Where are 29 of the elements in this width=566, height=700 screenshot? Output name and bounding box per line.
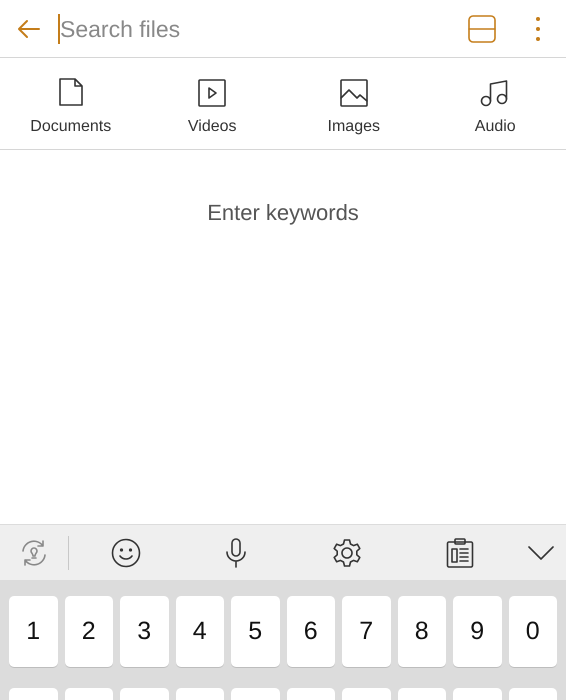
more-options-icon (535, 16, 541, 42)
category-button[interactable]: Documents (0, 58, 142, 149)
category-button[interactable]: Audio (424, 58, 566, 149)
keyboard-key[interactable]: 8 (398, 596, 446, 667)
keyboard-key[interactable]: 5 (231, 596, 280, 667)
category-button[interactable]: Images (283, 58, 424, 149)
image-icon (340, 78, 368, 106)
empty-message: Enter keywords (207, 199, 359, 227)
settings-icon (332, 538, 362, 568)
document-icon (58, 76, 84, 106)
keyboard-key[interactable]: 9 (453, 596, 502, 667)
search-field[interactable]: Search files (58, 14, 454, 44)
keyboard-key[interactable]: 2 (64, 596, 113, 667)
lightbulb-refresh-icon (19, 538, 49, 566)
keyboard-key[interactable]: 0 (508, 596, 557, 667)
keyboard-key[interactable]: 6 (286, 596, 335, 667)
keyboard-key[interactable]: 4 (176, 596, 224, 667)
split-view-icon (468, 14, 496, 42)
keyboard-key[interactable]: 3 (120, 596, 168, 667)
category-button[interactable]: Videos (142, 58, 283, 149)
chevron-down-icon (528, 546, 554, 560)
keyboard-key[interactable]: 7 (342, 596, 390, 667)
back-arrow-icon (17, 18, 41, 38)
play-icon (198, 78, 226, 106)
keyboard-key[interactable]: 1 (9, 596, 58, 667)
music-note-icon (480, 78, 510, 106)
clipboard-icon (446, 538, 474, 568)
smiley-icon (111, 538, 142, 568)
microphone-icon (225, 538, 248, 568)
